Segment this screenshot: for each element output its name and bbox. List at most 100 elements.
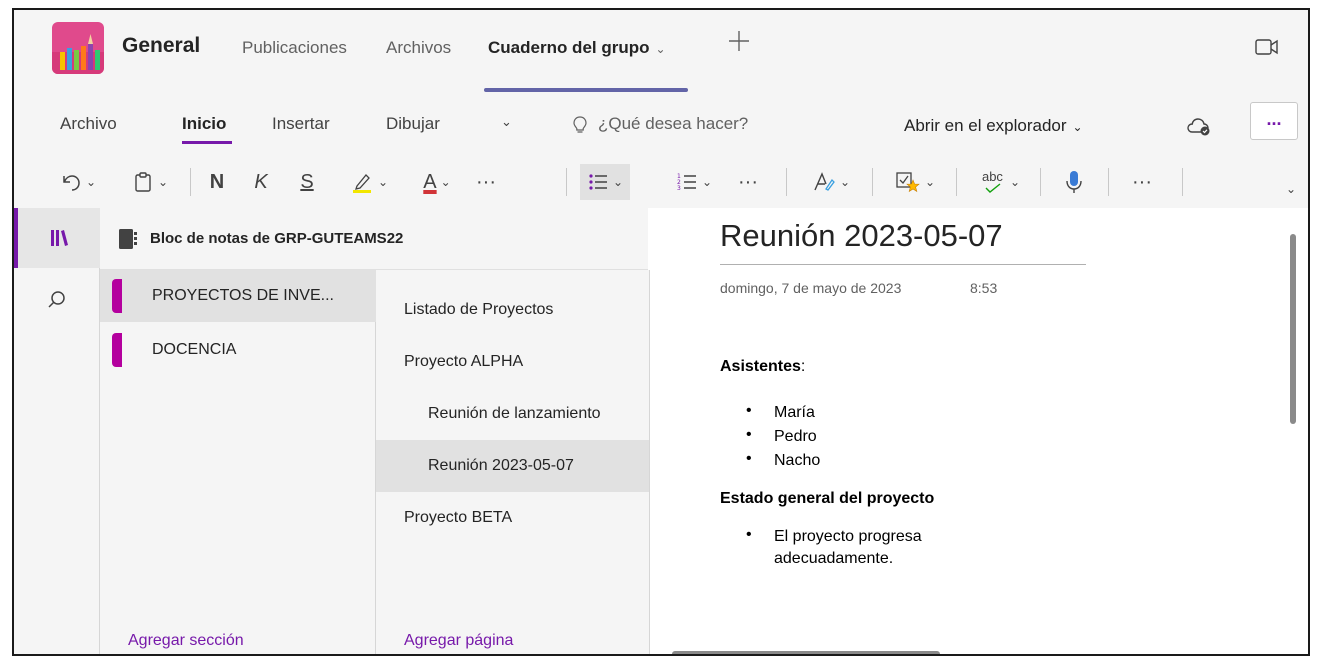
font-color-button[interactable]: A ⌄ [408, 164, 466, 200]
open-in-explorer-button[interactable]: Abrir en el explorador ⌄ [904, 116, 1083, 136]
toolbar-separator [1040, 168, 1041, 196]
toolbar-separator [1108, 168, 1109, 196]
attendee-item[interactable]: María [774, 402, 815, 424]
ribbon-tab-insertar[interactable]: Insertar [272, 114, 330, 134]
ribbon-tab-inicio[interactable]: Inicio [182, 114, 226, 134]
section-color-tab [112, 333, 122, 367]
attendees-heading-suffix: : [800, 358, 806, 375]
page-canvas[interactable]: Reunión 2023-05-07 domingo, 7 de mayo de… [650, 208, 1308, 654]
numbering-button[interactable]: 1 2 3 ⌄ [664, 164, 724, 200]
ribbon-tab-dibujar[interactable]: Dibujar [386, 114, 440, 134]
chevron-down-icon[interactable]: ⌄ [1286, 182, 1296, 196]
bullet-marker: • [746, 526, 752, 543]
section-item[interactable]: PROYECTOS DE INVE... [100, 270, 376, 322]
notebook-selector[interactable]: Bloc de notas de GRP-GUTEAMS22 [100, 208, 648, 270]
channel-name: General [122, 34, 201, 57]
chevron-down-icon: ⌄ [1072, 120, 1083, 134]
section-item[interactable]: DOCENCIA [100, 324, 376, 376]
paste-button[interactable]: ⌄ [122, 164, 178, 200]
spelling-button[interactable]: abc ⌄ [970, 164, 1030, 200]
tell-me-search[interactable]: ¿Qué desea hacer? [570, 114, 748, 135]
tab-archivos[interactable]: Archivos [386, 38, 451, 58]
search-button[interactable] [14, 276, 100, 324]
notebook-icon [119, 228, 137, 249]
spellcheck-label: abc [981, 169, 1003, 184]
sync-status-cloud-icon[interactable] [1184, 114, 1212, 138]
formatting-toolbar: ⌄ ⌄ N K S ⌄ A ⌄ ··· ⌄ 1 2 3 ⌄ ··· ⌄ ⌄ ab… [14, 156, 1308, 208]
page-label: Reunión 2023-05-07 [428, 457, 574, 474]
more-options-button[interactable]: ... [1250, 102, 1298, 140]
lightbulb-icon [573, 115, 587, 133]
microphone-icon [1066, 171, 1082, 193]
clipboard-icon [135, 172, 151, 192]
styles-button[interactable]: ⌄ [804, 164, 858, 200]
bullet-marker: • [746, 450, 752, 467]
section-color-tab [112, 279, 122, 313]
team-avatar-icon[interactable] [52, 22, 104, 74]
page-item[interactable]: Proyecto ALPHA [376, 336, 649, 388]
more-commands-button[interactable]: ··· [1126, 164, 1158, 200]
video-camera-icon[interactable] [1254, 36, 1280, 58]
toolbar-separator [956, 168, 957, 196]
status-item[interactable]: El proyecto progresa adecuadamente. [774, 526, 922, 570]
bold-button[interactable]: N [202, 164, 232, 200]
underline-button[interactable]: S [292, 164, 322, 200]
bulleted-list-icon [589, 174, 607, 190]
add-section-button[interactable]: Agregar sección [128, 632, 244, 650]
subpage-item[interactable]: Reunión de lanzamiento [376, 388, 649, 440]
tab-cuaderno-del-grupo[interactable]: Cuaderno del grupo ⌄ [488, 38, 666, 58]
library-icon [51, 230, 68, 246]
more-font-options-button[interactable]: ··· [470, 164, 502, 200]
styles-icon [814, 172, 835, 191]
section-label: PROYECTOS DE INVE... [152, 287, 334, 304]
notebooks-button[interactable] [14, 208, 100, 268]
horizontal-scrollbar[interactable] [672, 651, 940, 654]
page-label: Listado de Proyectos [404, 301, 554, 318]
chevron-down-icon: ⌄ [440, 175, 451, 189]
status-heading[interactable]: Estado general del proyecto [720, 490, 934, 508]
page-item[interactable]: Proyecto BETA [376, 492, 649, 544]
italic-button[interactable]: K [246, 164, 276, 200]
toolbar-separator [1182, 168, 1183, 196]
dictate-button[interactable] [1054, 164, 1094, 200]
chevron-down-icon: ⌄ [85, 175, 97, 189]
more-paragraph-options-button[interactable]: ··· [732, 164, 764, 200]
page-label: Reunión de lanzamiento [428, 405, 601, 422]
chevron-down-icon: ⌄ [1009, 175, 1021, 189]
chevron-down-icon: ⌄ [377, 175, 389, 189]
subpage-item[interactable]: Reunión 2023-05-07 [376, 440, 649, 492]
vertical-scrollbar[interactable] [1290, 234, 1296, 424]
undo-button[interactable]: ⌄ [52, 164, 104, 200]
bullet-marker: • [746, 426, 752, 443]
page-date: domingo, 7 de mayo de 2023 [720, 280, 902, 296]
font-color-letter: A [423, 170, 437, 193]
chevron-down-icon: ⌄ [839, 175, 851, 189]
highlighter-icon [352, 174, 371, 193]
ribbon-tab-archivo[interactable]: Archivo [60, 114, 117, 134]
toolbar-separator [566, 168, 567, 196]
chevron-down-icon: ⌄ [612, 175, 624, 189]
attendee-item[interactable]: Nacho [774, 450, 820, 472]
title-underline [720, 264, 1086, 265]
attendee-item[interactable]: Pedro [774, 426, 817, 448]
bullets-button[interactable]: ⌄ [580, 164, 630, 200]
tags-button[interactable]: ⌄ [886, 164, 944, 200]
chevron-down-icon: ⌄ [924, 175, 936, 189]
sections-pane: PROYECTOS DE INVE... DOCENCIA Agregar se… [100, 270, 376, 654]
add-page-button[interactable]: Agregar página [404, 632, 513, 650]
toolbar-separator [190, 168, 191, 196]
active-ribbon-tab-indicator [182, 141, 232, 144]
page-label: Proyecto BETA [404, 509, 513, 526]
tab-publicaciones[interactable]: Publicaciones [242, 38, 347, 58]
page-title[interactable]: Reunión 2023-05-07 [720, 218, 1003, 254]
plus-icon[interactable] [726, 28, 752, 54]
chevron-down-icon[interactable]: ⌄ [656, 42, 666, 56]
bullet-marker: • [746, 402, 752, 419]
attendees-heading[interactable]: Asistentes: [720, 358, 805, 376]
page-item[interactable]: Listado de Proyectos [376, 284, 649, 336]
status-item-line: El proyecto progresa [774, 528, 922, 545]
spellcheck-icon: abc [980, 169, 1006, 195]
chevron-down-icon[interactable]: ⌄ [501, 114, 512, 130]
svg-text:3: 3 [677, 185, 681, 192]
highlight-button[interactable]: ⌄ [340, 164, 398, 200]
